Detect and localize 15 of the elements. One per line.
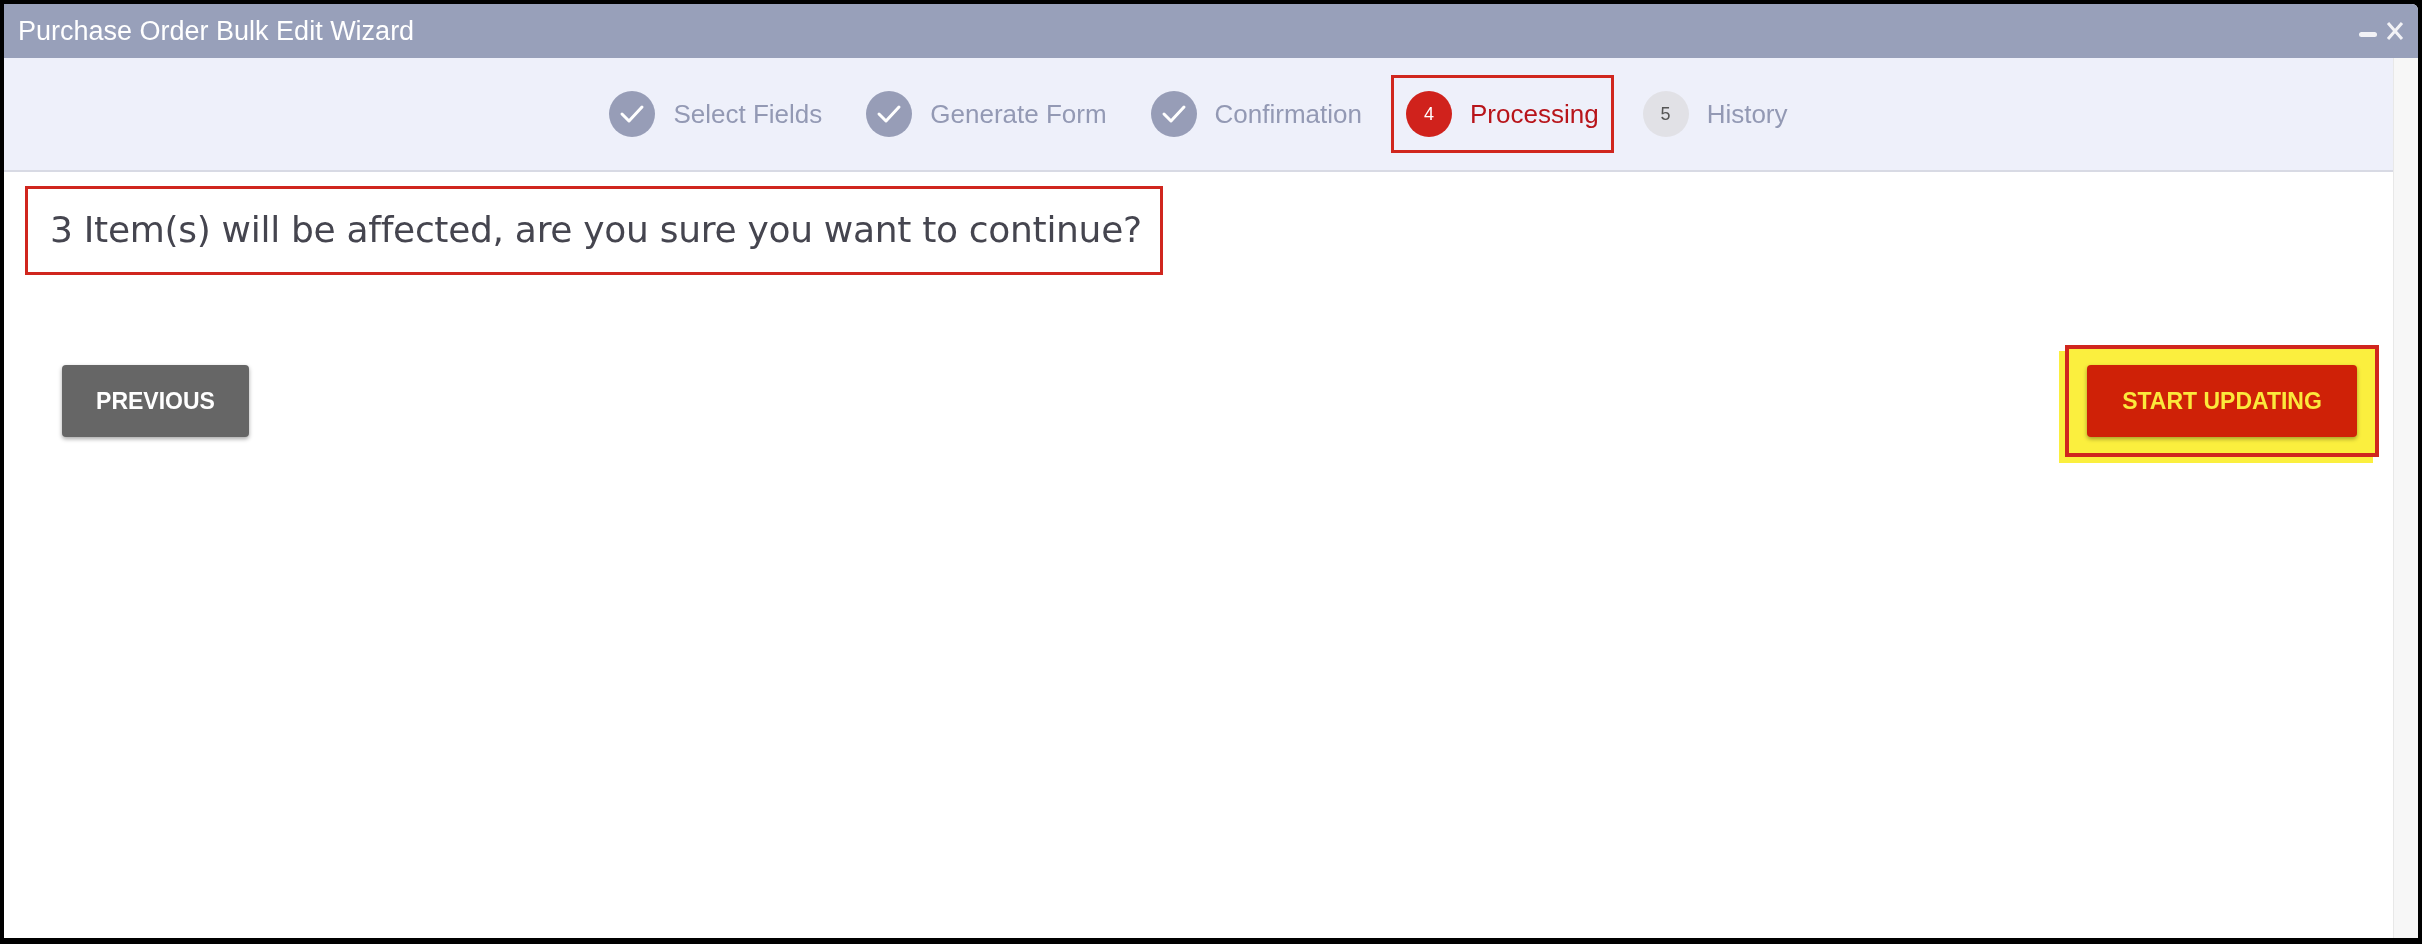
wizard-step[interactable]: 4 Processing bbox=[1391, 75, 1614, 153]
step-number: 5 bbox=[1642, 91, 1689, 137]
wizard-step[interactable]: Select Fields bbox=[594, 75, 838, 153]
window-title: Purchase Order Bulk Edit Wizard bbox=[18, 15, 416, 47]
wizard-step[interactable]: 5 History bbox=[1627, 75, 1803, 153]
step-number: 4 bbox=[1406, 91, 1452, 137]
confirmation-message: 3 Item(s) will be affected, are you sure you want to continue? bbox=[25, 186, 1163, 275]
close-icon[interactable] bbox=[2386, 21, 2404, 41]
wizard-step[interactable]: Generate Form bbox=[851, 75, 1122, 153]
start-updating-button[interactable]: START UPDATING bbox=[2087, 365, 2357, 437]
previous-button[interactable]: PREVIOUS bbox=[62, 365, 249, 437]
wizard-step[interactable]: Confirmation bbox=[1135, 75, 1377, 153]
check-icon bbox=[866, 91, 913, 137]
check-icon bbox=[1150, 91, 1197, 137]
check-icon bbox=[609, 91, 656, 137]
